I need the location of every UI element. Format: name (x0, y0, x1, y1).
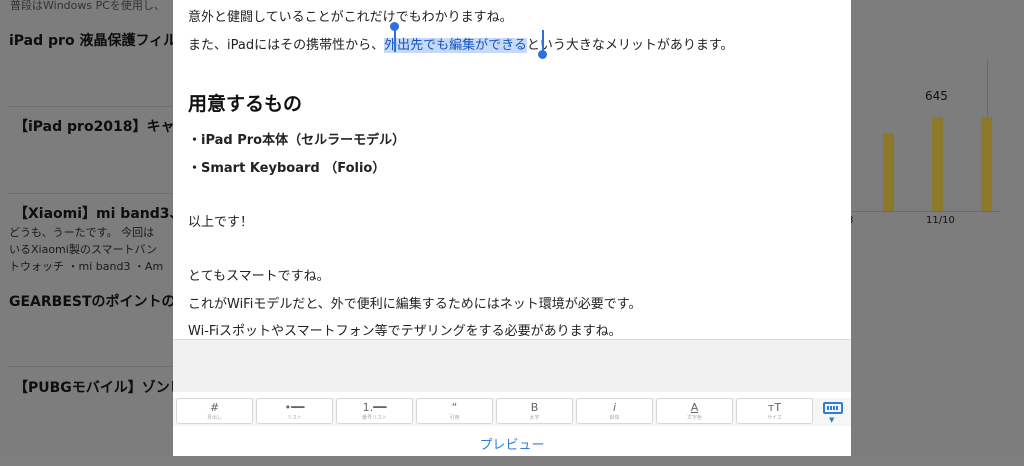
italic-icon: i (612, 401, 617, 414)
background-bar-chart: 645 8 11/10 (847, 60, 1024, 240)
button-caption: 引用 (449, 415, 460, 421)
bold-button[interactable]: B 太字 (496, 398, 573, 424)
chart-axis (852, 211, 1000, 212)
divider (8, 106, 173, 107)
chart-data-label: 645 (925, 89, 948, 103)
button-caption: 文字色 (686, 415, 702, 421)
chart-bar (932, 117, 943, 211)
background-article-title[interactable]: GEARBESTのポイントの (9, 291, 176, 311)
selection-end-handle[interactable] (538, 50, 547, 59)
editor-text: また、iPadにはその携帯性から、 (188, 38, 385, 53)
editor-line[interactable]: また、iPadにはその携帯性から、外出先でも編集ができるという大きなメリットがあ… (188, 34, 734, 53)
editor-line[interactable]: ・iPad Pro本体（セルラーモデル） (188, 129, 405, 148)
editor-line[interactable]: 以上です！ (188, 211, 253, 230)
editor-sheet: 意外と健闘していることがこれだけでもわかりますね。 また、iPadにはその携帯性… (173, 0, 851, 456)
bullet-list-icon: •━━ (284, 401, 305, 414)
selected-text[interactable]: 外出先でも編集ができる (384, 38, 527, 53)
editor-text: という大きなメリットがあります。 (526, 38, 734, 53)
preview-button[interactable]: プレビュー (173, 426, 851, 456)
input-accessory-area (173, 339, 851, 392)
chart-bar (981, 117, 992, 211)
list-button[interactable]: •━━ リスト (256, 398, 333, 424)
hash-icon: # (209, 401, 220, 414)
text-color-button[interactable]: A 文字色 (656, 398, 733, 424)
editor-line[interactable]: とてもスマートですね。 (188, 265, 330, 284)
button-caption: 番号リスト (361, 415, 387, 421)
editor-line[interactable]: Wi-Fiスポットやスマートフォン等でテザリングをする必要がありますね。 (188, 320, 622, 339)
editor-line[interactable]: 意外と健闘していることがこれだけでもわかりますね。 (188, 6, 513, 25)
background-snippet: 普段はWindows PCを使用し、 (10, 0, 165, 12)
text-color-icon: A (690, 401, 699, 414)
background-excerpt: どうも、うーたです。 今回は (9, 226, 155, 239)
background-article-title[interactable]: 【PUBGモバイル】ゾンビ (14, 377, 184, 397)
selection-end-caret (542, 30, 544, 52)
editor-line[interactable]: これがWiFiモデルだと、外で便利に編集するためにはネット環境が必要です。 (188, 293, 642, 312)
divider (8, 366, 173, 367)
section-heading[interactable]: 用意するもの (188, 89, 302, 116)
keyboard-hide-icon[interactable] (823, 402, 843, 414)
background-excerpt: トウォッチ ・mi band3 ・Am (9, 260, 164, 273)
italic-button[interactable]: i 斜体 (576, 398, 653, 424)
formatting-toolbar: # 見出し •━━ リスト 1.━━ 番号リスト “引用 B 太字 i 斜体 A 文字色 т… (173, 398, 851, 426)
quote-icon: “ (451, 401, 458, 414)
background-excerpt: いるXiaomi製のスマートバン (9, 243, 158, 256)
selection-start-caret (394, 30, 396, 52)
quote-button[interactable]: “引用 (416, 398, 493, 424)
button-caption: サイズ (767, 415, 782, 421)
heading-button[interactable]: # 見出し (176, 398, 253, 424)
text-size-button[interactable]: тT サイズ (736, 398, 813, 424)
button-caption: リスト (286, 415, 302, 421)
divider (8, 193, 173, 194)
chevron-down-icon: ▼ (829, 416, 835, 424)
editor-line[interactable]: ・Smart Keyboard （Folio） (188, 157, 385, 176)
chart-bar (883, 133, 894, 211)
chart-tick-label: 11/10 (926, 215, 955, 226)
numbered-list-button[interactable]: 1.━━ 番号リスト (336, 398, 413, 424)
background-article-title[interactable]: iPad pro 液晶保護フィルム (9, 30, 191, 50)
numbered-list-icon: 1.━━ (362, 401, 387, 414)
button-caption: 斜体 (609, 415, 620, 421)
button-caption: 見出し (206, 415, 222, 421)
bold-icon: B (530, 401, 539, 414)
button-caption: 太字 (529, 415, 540, 421)
text-size-icon: тT (767, 401, 782, 414)
